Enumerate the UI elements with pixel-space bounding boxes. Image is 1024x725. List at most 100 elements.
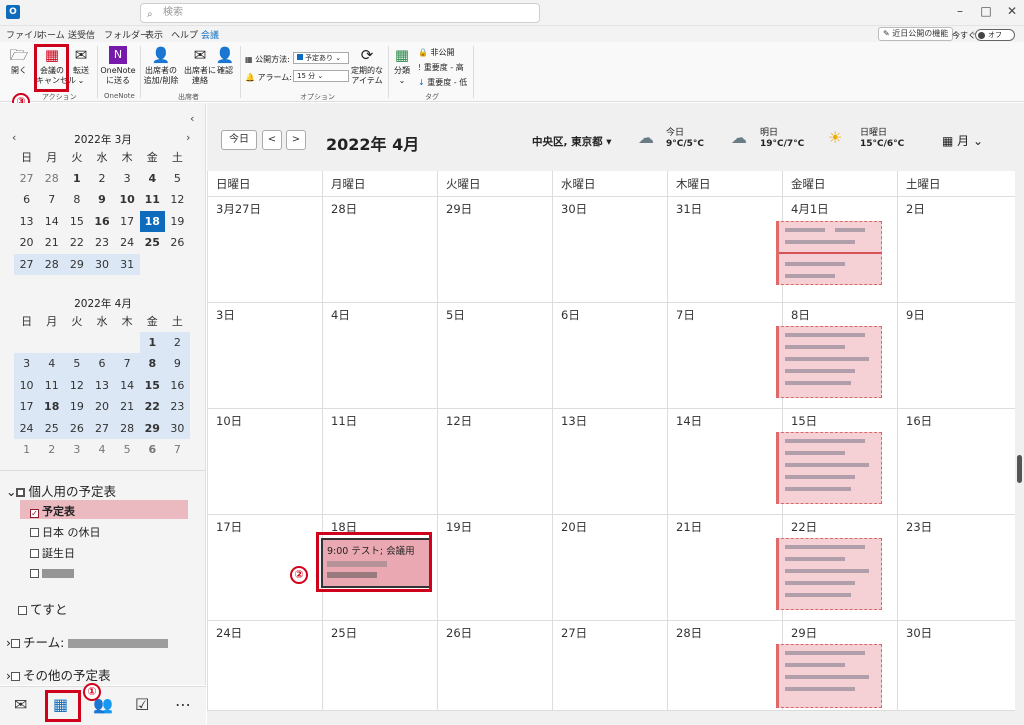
mini-day[interactable]: 14 [39, 211, 64, 233]
contact-attendees-button[interactable]: ✉ 出席者に 連絡 [182, 46, 218, 86]
mini-day[interactable]: 27 [14, 168, 39, 190]
mini-day[interactable]: 21 [39, 232, 64, 254]
day-cell[interactable]: 28日 [323, 197, 438, 303]
day-cell[interactable]: 19日 [438, 515, 553, 621]
mini-day[interactable]: 7 [114, 353, 140, 375]
mini-day[interactable]: 29 [139, 417, 165, 439]
day-cell[interactable]: 11日 [323, 409, 438, 515]
calendar-group-test[interactable]: てすと [18, 599, 68, 618]
day-cell[interactable]: 29日 [438, 197, 553, 303]
checkbox-icon[interactable] [30, 528, 39, 537]
mini-day[interactable]: 31 [114, 253, 140, 275]
mini-day[interactable]: 19 [165, 211, 190, 233]
confirm-button[interactable]: 👤 確認 [214, 46, 236, 76]
mini-day[interactable]: 24 [115, 232, 140, 254]
mini-day[interactable]: 10 [14, 374, 40, 396]
mini-day[interactable]: 25 [39, 417, 65, 439]
menu-home[interactable]: ホーム [38, 28, 65, 41]
mini-day[interactable]: 26 [64, 417, 90, 439]
mini-day[interactable]: 22 [139, 396, 165, 418]
private-button[interactable]: 🔒 非公開 [418, 47, 455, 58]
location-dropdown[interactable]: 中央区, 東京都 ▾ [532, 134, 612, 149]
day-cell[interactable]: 2日 [898, 197, 1016, 303]
mini-day[interactable]: 4 [140, 168, 165, 190]
mini-day[interactable]: 22 [64, 232, 89, 254]
mini-day[interactable]: 1 [139, 331, 165, 353]
mini-day[interactable]: 7 [39, 189, 64, 211]
minimize-icon[interactable]: – [950, 4, 970, 18]
checkbox-checked-icon[interactable]: ✓ [30, 509, 39, 518]
checkbox-icon[interactable] [30, 549, 39, 558]
calendar-event[interactable] [776, 326, 882, 398]
calendar-item-holidays[interactable]: 日本 の休日 [30, 524, 101, 540]
my-calendars-group[interactable]: ⌄ 個人用の予定表 [6, 481, 116, 500]
mini-day[interactable]: 19 [64, 396, 90, 418]
checkbox-icon[interactable] [11, 672, 20, 681]
mini-day[interactable]: 2 [89, 168, 114, 190]
scrollbar-thumb[interactable] [1017, 455, 1022, 483]
mini-day[interactable]: 3 [14, 353, 40, 375]
mini-day[interactable]: 13 [14, 211, 39, 233]
mini-day[interactable]: 8 [64, 189, 89, 211]
mini-day[interactable]: 27 [89, 417, 115, 439]
checkbox-icon[interactable] [18, 606, 27, 615]
mini-day[interactable]: 9 [89, 189, 114, 211]
mini-day[interactable]: 12 [64, 374, 90, 396]
high-importance-button[interactable]: ! 重要度 - 高 [418, 62, 464, 73]
maximize-icon[interactable]: □ [976, 4, 996, 18]
mini-day[interactable]: 6 [14, 189, 39, 211]
day-cell[interactable]: 23日 [898, 515, 1016, 621]
mini-day[interactable]: 2 [164, 331, 190, 353]
mini-day[interactable]: 15 [139, 374, 165, 396]
mini-day[interactable]: 20 [14, 232, 39, 254]
mini-day[interactable]: 13 [89, 374, 115, 396]
mini-day[interactable]: 14 [114, 374, 140, 396]
day-cell[interactable]: 5日 [438, 303, 553, 409]
calendar-event[interactable] [776, 538, 882, 610]
calendar-event[interactable] [776, 221, 882, 285]
mini-day[interactable]: 30 [164, 417, 190, 439]
mini-day[interactable]: 30 [89, 253, 115, 275]
day-cell[interactable]: 7日 [668, 303, 783, 409]
categorize-button[interactable]: ▦ 分類 ⌄ [391, 46, 413, 86]
menu-file[interactable]: ファイル [6, 28, 42, 41]
show-as-dropdown[interactable]: 予定あり ⌄ [293, 52, 349, 64]
day-cell[interactable]: 10日 [208, 409, 323, 515]
onenote-button[interactable]: N OneNote に送る [100, 46, 136, 86]
day-cell[interactable]: 4日 [323, 303, 438, 409]
mini-day[interactable]: 29 [64, 253, 90, 275]
mini-day[interactable]: 23 [89, 232, 114, 254]
mini-day[interactable]: 24 [14, 417, 40, 439]
day-cell[interactable]: 9日 [898, 303, 1016, 409]
day-cell[interactable]: 17日 [208, 515, 323, 621]
mini-day[interactable]: 25 [140, 232, 165, 254]
mini-day-selected[interactable]: 18 [139, 210, 165, 232]
more-icon[interactable]: ⋯ [175, 695, 191, 714]
day-cell[interactable]: 6日 [553, 303, 668, 409]
day-cell[interactable]: 31日 [668, 197, 783, 303]
mini-day[interactable]: 17 [115, 211, 140, 233]
day-cell[interactable]: 28日 [668, 621, 783, 711]
mini-day[interactable]: 26 [165, 232, 190, 254]
mini-day[interactable]: 27 [14, 253, 40, 275]
today-button[interactable]: 今日 [221, 130, 257, 150]
search-input[interactable]: ⌕ 検索 [140, 3, 540, 23]
mini-day[interactable]: 12 [165, 189, 190, 211]
mini-day[interactable]: 4 [39, 353, 65, 375]
mini-day[interactable]: 28 [39, 168, 64, 190]
checkbox-icon[interactable] [30, 569, 39, 578]
menu-folder[interactable]: フォルダー [104, 28, 149, 41]
menu-send-receive[interactable]: 送受信 [68, 28, 95, 41]
calendar-event[interactable] [776, 644, 882, 708]
mini-day[interactable]: 4 [89, 439, 114, 461]
mini-day[interactable]: 28 [39, 253, 65, 275]
mini-day[interactable]: 5 [64, 353, 90, 375]
day-cell[interactable]: 27日 [553, 621, 668, 711]
mini-day[interactable]: 7 [165, 439, 190, 461]
day-cell[interactable]: 3月27日 [208, 197, 323, 303]
calendar-item-main[interactable]: ✓ 予定表 [30, 503, 75, 519]
day-cell[interactable]: 12日 [438, 409, 553, 515]
mini-day[interactable]: 1 [64, 168, 89, 190]
mini-day[interactable]: 16 [89, 211, 114, 233]
day-cell[interactable]: 16日 [898, 409, 1016, 515]
